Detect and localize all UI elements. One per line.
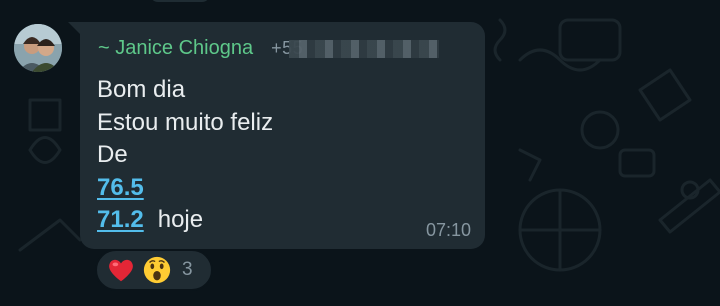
phone-number-link[interactable]: 76.5: [97, 174, 144, 201]
message-bubble[interactable]: ~ Janice Chiogna +55 Bom dia Estou muito…: [80, 22, 485, 249]
message-text: Bom dia Estou muito feliz De 76.5 71.2 ho…: [97, 74, 273, 237]
avatar-photo-icon: [14, 24, 62, 72]
message-timestamp: 07:10: [425, 220, 471, 240]
reading-line: 71.2 hoje: [97, 204, 273, 237]
sender-row: ~ Janice Chiogna +55: [98, 36, 440, 60]
avatar[interactable]: [14, 24, 62, 72]
reaction-count: 3: [182, 259, 193, 280]
redacted-phone-number: [289, 39, 440, 58]
message-line: Estou muito feliz: [97, 108, 274, 136]
reading-line: 76.5: [97, 172, 273, 205]
message-line: De: [97, 141, 128, 168]
surprised-face-icon: [143, 256, 171, 284]
reactions-pill[interactable]: 3: [95, 249, 213, 291]
message-line-suffix: hoje: [157, 206, 204, 233]
phone-number-link[interactable]: 71.2: [97, 206, 144, 233]
sender-phone: +55: [271, 38, 440, 59]
previous-message-stub: [150, 0, 210, 2]
heart-icon: [109, 259, 133, 282]
message-line: Bom dia: [97, 76, 186, 103]
sender-name[interactable]: ~ Janice Chiogna: [98, 37, 253, 60]
